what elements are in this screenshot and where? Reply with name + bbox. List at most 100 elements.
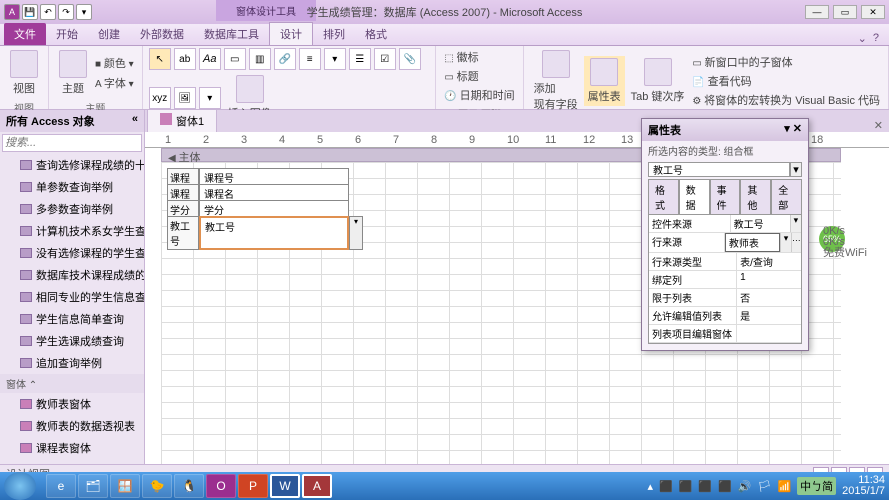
proptab-数据[interactable]: 数据 bbox=[679, 179, 710, 214]
proptab-全部[interactable]: 全部 bbox=[771, 179, 802, 214]
textbox-tool[interactable]: ab bbox=[174, 48, 196, 70]
button-tool[interactable]: ▭ bbox=[224, 48, 246, 70]
tray-network-icon[interactable]: 📶 bbox=[777, 480, 791, 493]
ime-indicator[interactable]: 中ㄅ简 bbox=[797, 477, 836, 495]
tab-file[interactable]: 文件 bbox=[4, 23, 46, 45]
start-button[interactable] bbox=[4, 472, 36, 500]
nav-group-forms[interactable]: 窗体 ⌃ bbox=[0, 374, 144, 393]
nav-query-item[interactable]: 多参数查询举例 bbox=[0, 198, 144, 220]
nav-query-item[interactable]: 学生信息简单查询 bbox=[0, 308, 144, 330]
nav-query-item[interactable]: 追加查询举例 bbox=[0, 352, 144, 374]
view-button[interactable]: 视图 bbox=[6, 48, 42, 98]
nav-query-item[interactable]: 单参数查询举例 bbox=[0, 176, 144, 198]
clock[interactable]: 11:342015/1/7 bbox=[842, 475, 885, 497]
proptab-其他[interactable]: 其他 bbox=[740, 179, 771, 214]
datetime-button[interactable]: 🕐 日期和时间 bbox=[442, 86, 516, 104]
search-input[interactable] bbox=[2, 134, 142, 152]
tab-external[interactable]: 外部数据 bbox=[130, 23, 194, 45]
property-value[interactable]: 1 bbox=[737, 271, 801, 288]
tray-icon-1[interactable]: ⬛ bbox=[659, 480, 673, 493]
save-icon[interactable]: 💾 bbox=[22, 4, 38, 20]
property-value[interactable]: 是 bbox=[737, 307, 801, 324]
tab-arrange[interactable]: 排列 bbox=[313, 23, 355, 45]
redo-icon[interactable]: ↷ bbox=[58, 4, 74, 20]
tray-icon-2[interactable]: ⬛ bbox=[679, 480, 693, 493]
selector-dropdown-icon[interactable]: ▾ bbox=[790, 162, 802, 177]
theme-button[interactable]: 主题 bbox=[55, 48, 91, 98]
tray-volume-icon[interactable]: 🔊 bbox=[738, 480, 752, 493]
doc-close-icon[interactable]: ✕ bbox=[874, 119, 883, 132]
minimize-button[interactable]: — bbox=[805, 5, 829, 19]
qat-dropdown-icon[interactable]: ▾ bbox=[76, 4, 92, 20]
combo-tool[interactable]: ▾ bbox=[324, 48, 346, 70]
taborder-button[interactable]: Tab 键次序 bbox=[627, 56, 689, 106]
view-code-button[interactable]: 📄 查看代码 bbox=[690, 72, 882, 90]
nav-query-item[interactable]: 计算机技术系女学生查询 bbox=[0, 220, 144, 242]
propsheet-selector[interactable]: ▾ bbox=[648, 162, 802, 177]
speed-widget[interactable]: 65% 0K/s0K/s免费WiFi bbox=[819, 226, 867, 256]
list-tool[interactable]: ☰ bbox=[349, 48, 371, 70]
checkbox-tool[interactable]: ☑ bbox=[374, 48, 396, 70]
titlebar-button[interactable]: ▭ 标题 bbox=[442, 67, 516, 85]
selector-input[interactable] bbox=[648, 162, 790, 177]
task-app2[interactable]: 🐤 bbox=[142, 474, 172, 498]
convert-macro-button[interactable]: ⚙ 将窗体的宏转换为 Visual Basic 代码 bbox=[690, 91, 882, 109]
collapse-ribbon-icon[interactable]: ⌄ bbox=[858, 32, 867, 45]
proptab-格式[interactable]: 格式 bbox=[648, 179, 679, 214]
add-field-button[interactable]: 添加 现有字段 bbox=[530, 48, 582, 114]
task-powerpoint[interactable]: P bbox=[238, 474, 268, 498]
nav-collapse-icon[interactable]: « bbox=[132, 113, 138, 129]
nav-tool[interactable]: ≡ bbox=[299, 48, 321, 70]
propsheet-header[interactable]: 属性表▾ ✕ bbox=[642, 119, 808, 141]
propsheet-button[interactable]: 属性表 bbox=[584, 56, 625, 106]
property-value[interactable]: 表/查询 bbox=[737, 253, 801, 270]
form-field-row[interactable]: 教工号教工号▾ bbox=[167, 216, 363, 250]
prop-builder-icon[interactable]: … bbox=[791, 233, 801, 252]
propsheet-close-icon[interactable]: ✕ bbox=[793, 123, 802, 135]
prop-dropdown-icon[interactable]: ▾ bbox=[780, 233, 790, 252]
tab-dbtools[interactable]: 数据库工具 bbox=[194, 23, 269, 45]
subform-tool[interactable]: xyz bbox=[149, 87, 171, 109]
image-tool[interactable]: 🖼 bbox=[174, 87, 196, 109]
tray-expand-icon[interactable]: ▴ bbox=[647, 480, 653, 493]
tray-icon-3[interactable]: ⬛ bbox=[698, 480, 712, 493]
nav-query-item[interactable]: 相同专业的学生信息查询 bbox=[0, 286, 144, 308]
field-control[interactable]: 教工号 bbox=[199, 216, 349, 250]
tab-home[interactable]: 开始 bbox=[46, 23, 88, 45]
combo-dropdown-icon[interactable]: ▾ bbox=[349, 216, 363, 250]
select-tool[interactable]: ↖ bbox=[149, 48, 171, 70]
nav-header[interactable]: 所有 Access 对象« bbox=[0, 110, 144, 132]
task-qq[interactable]: 🐧 bbox=[174, 474, 204, 498]
nav-form-item[interactable]: 教师表的数据透视表 bbox=[0, 415, 144, 437]
attach-tool[interactable]: 📎 bbox=[399, 48, 421, 70]
property-value[interactable]: 教师表 bbox=[725, 233, 780, 252]
tray-flag-icon[interactable]: 🏳 bbox=[758, 480, 772, 493]
nav-query-item[interactable]: 数据库技术课程成绩的十均 bbox=[0, 264, 144, 286]
field-label[interactable]: 教工号 bbox=[167, 216, 199, 250]
subform-newwin-button[interactable]: ▭ 新窗口中的子窗体 bbox=[690, 53, 882, 71]
nav-query-item[interactable]: 学生选课成绩查询 bbox=[0, 330, 144, 352]
app-icon[interactable]: A bbox=[4, 4, 20, 20]
logo-button[interactable]: ⬚ 徽标 bbox=[442, 48, 516, 66]
task-access[interactable]: A bbox=[302, 474, 332, 498]
property-value[interactable]: 否 bbox=[737, 289, 801, 306]
tab-tool[interactable]: ▥ bbox=[249, 48, 271, 70]
proptab-事件[interactable]: 事件 bbox=[710, 179, 741, 214]
task-word[interactable]: W bbox=[270, 474, 300, 498]
task-onenote[interactable]: O bbox=[206, 474, 236, 498]
restore-button[interactable]: ▭ bbox=[833, 5, 857, 19]
prop-dropdown-icon[interactable]: ▾ bbox=[790, 215, 801, 232]
help-icon[interactable]: ? bbox=[873, 32, 879, 45]
nav-query-item[interactable]: 查询选修课程成绩的十均值 bbox=[0, 154, 144, 176]
tray-icon-4[interactable]: ⬛ bbox=[718, 480, 732, 493]
doc-tab-form1[interactable]: 窗体1 bbox=[147, 109, 217, 132]
property-value[interactable]: 教工号 bbox=[731, 215, 790, 232]
nav-form-item[interactable]: 课程表窗体 bbox=[0, 437, 144, 459]
colors-button[interactable]: ■ 颜色 ▾ bbox=[93, 54, 136, 72]
property-value[interactable]: 是 bbox=[737, 343, 801, 344]
nav-query-item[interactable]: 没有选修课程的学生查询 bbox=[0, 242, 144, 264]
task-app1[interactable]: 🪟 bbox=[110, 474, 140, 498]
label-tool[interactable]: Aa bbox=[199, 48, 221, 70]
close-button[interactable]: ✕ bbox=[861, 5, 885, 19]
task-ie[interactable]: e bbox=[46, 474, 76, 498]
